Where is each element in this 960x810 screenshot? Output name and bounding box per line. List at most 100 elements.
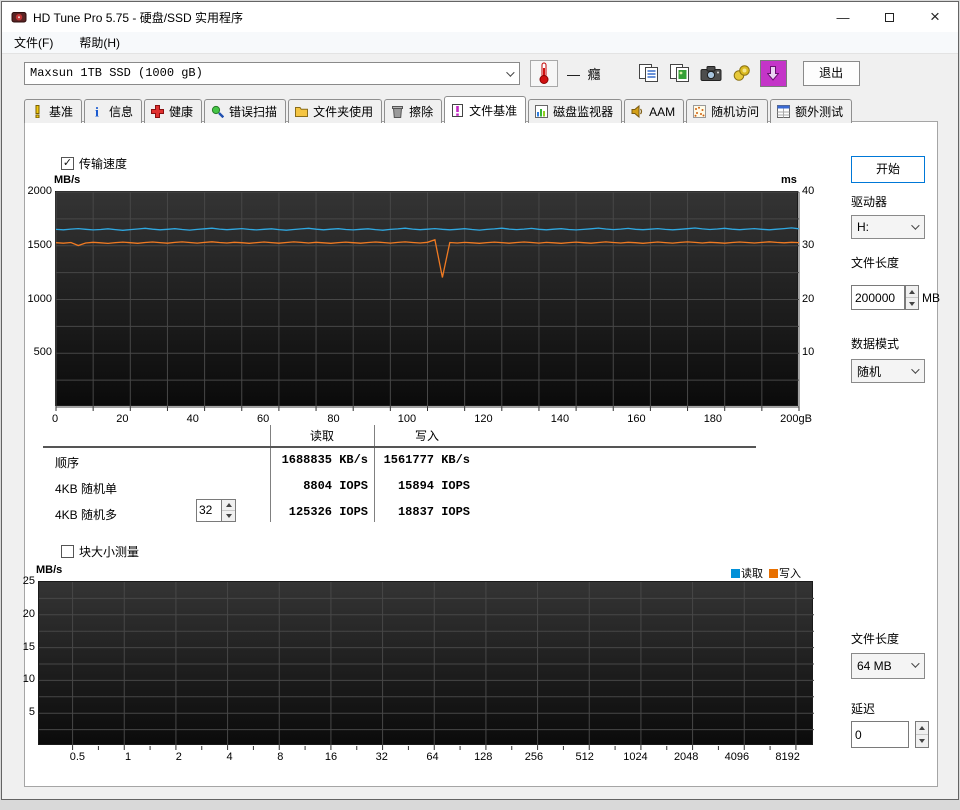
- tab-disk-monitor[interactable]: 磁盘监视器: [528, 99, 622, 123]
- table-icon: [777, 105, 790, 118]
- copy-text-button[interactable]: [636, 60, 663, 87]
- tab-erase[interactable]: 擦除: [384, 99, 442, 123]
- y-tick-label: 20: [23, 608, 35, 620]
- close-button[interactable]: ×: [912, 2, 958, 32]
- menu-file[interactable]: 文件(F): [14, 34, 53, 51]
- chart2-x-tick: 1: [103, 751, 154, 763]
- file-length-spin-buttons[interactable]: [905, 285, 919, 310]
- tab-health[interactable]: 健康: [144, 99, 202, 123]
- tab-aam[interactable]: AAM: [624, 99, 684, 123]
- drive-selector[interactable]: Maxsun 1TB SSD (1000 gB): [24, 62, 520, 85]
- block-size-checkbox[interactable]: 块大小测量: [61, 543, 139, 560]
- bar-chart-icon: [535, 105, 548, 118]
- transfer-speed-chart: [55, 191, 798, 406]
- y-tick-label: 2000: [28, 185, 52, 197]
- chevron-down-icon: [911, 659, 919, 667]
- y-tick-label: 30: [802, 239, 814, 251]
- chart2-x-tick: 64: [407, 751, 458, 763]
- tab-error-scan[interactable]: 错误扫描: [204, 99, 286, 123]
- file-length-input[interactable]: [851, 285, 905, 310]
- up-arrow-icon: [919, 726, 925, 730]
- chevron-down-icon: [506, 68, 514, 76]
- y-tick-label: 20: [802, 293, 814, 305]
- drive-dropdown[interactable]: H:: [851, 215, 925, 239]
- chart2-x-tick: 2: [153, 751, 204, 763]
- row-4kb-multi-write: 18837 IOPS: [376, 505, 470, 519]
- tab-random-access[interactable]: 随机访问: [686, 99, 768, 123]
- down-arrow-icon: [919, 739, 925, 743]
- temperature-display: — 癮: [567, 64, 603, 83]
- tab-extra-tests[interactable]: 额外测试: [770, 99, 852, 123]
- chart1-x-tick: 140: [551, 413, 569, 425]
- file-benchmark-panel: ✓ 传输速度 MB/s ms 200015001000500 40302010 …: [24, 121, 938, 787]
- row-sequential-write: 1561777 KB/s: [376, 453, 470, 467]
- drive-dropdown-value: H:: [857, 220, 869, 234]
- delay-label: 延迟: [851, 700, 875, 717]
- up-arrow-icon: [909, 290, 915, 294]
- app-icon: [11, 9, 27, 25]
- y-tick-label: 25: [23, 575, 35, 587]
- menu-help[interactable]: 帮助(H): [79, 34, 120, 51]
- chart1-x-tick: 80: [327, 413, 339, 425]
- delay-spin-buttons[interactable]: [915, 721, 929, 748]
- delay-input[interactable]: [851, 721, 909, 748]
- chart2-x-tick: 16: [306, 751, 357, 763]
- row-sequential-read: 1688835 KB/s: [272, 453, 368, 467]
- queue-depth-value[interactable]: 32: [196, 499, 222, 522]
- chart1-x-tick: 120: [474, 413, 492, 425]
- y-tick-label: 1000: [28, 293, 52, 305]
- checkbox-unchecked-icon: [61, 545, 74, 558]
- chart1-x-labels: 020406080100120140160180200gB: [52, 413, 812, 425]
- tab-folder-usage[interactable]: 文件夹使用: [288, 99, 382, 123]
- exit-button[interactable]: 退出: [803, 61, 860, 86]
- drive-label: 驱动器: [851, 193, 887, 210]
- chart1-yleft-labels: 200015001000500: [25, 191, 52, 406]
- data-pattern-dropdown[interactable]: 随机: [851, 359, 925, 383]
- block-file-length-value: 64 MB: [857, 659, 892, 673]
- chart2-legend: 读取 写入: [725, 565, 801, 581]
- tab-bar: 基准 i信息 健康 错误扫描 文件夹使用 擦除 文件基准 磁盘监视器 AAM 随…: [2, 96, 958, 123]
- folder-icon: [295, 105, 308, 118]
- trash-icon: [391, 105, 404, 118]
- chart2-y-unit: MB/s: [36, 564, 62, 576]
- copy-text-icon: [638, 63, 660, 84]
- queue-depth-down[interactable]: [222, 510, 235, 521]
- chart1-x-tick: 180: [704, 413, 722, 425]
- chart2-x-tick: 512: [559, 751, 610, 763]
- down-arrow-icon: [226, 514, 232, 518]
- minimize-button[interactable]: —: [820, 2, 866, 32]
- y-tick-label: 10: [23, 673, 35, 685]
- screenshot-button[interactable]: [698, 60, 725, 87]
- file-length-stepper[interactable]: MB: [851, 285, 940, 310]
- up-arrow-icon: [226, 503, 232, 507]
- chart2-x-tick: 8: [255, 751, 306, 763]
- checkbox-checked-icon: ✓: [61, 157, 74, 170]
- donate-button[interactable]: [729, 60, 756, 87]
- speaker-icon: [631, 105, 644, 118]
- y-tick-label: 10: [802, 346, 814, 358]
- legend-write-swatch: [769, 569, 778, 578]
- transfer-speed-checkbox[interactable]: ✓ 传输速度: [61, 155, 127, 172]
- queue-depth-up[interactable]: [222, 500, 235, 510]
- copy-image-button[interactable]: [667, 60, 694, 87]
- app-window: HD Tune Pro 5.75 - 硬盘/SSD 实用程序 — × 文件(F)…: [1, 1, 959, 800]
- queue-depth-stepper[interactable]: 32: [196, 499, 236, 522]
- chart2-x-tick: 1024: [610, 751, 661, 763]
- maximize-button[interactable]: [866, 2, 912, 32]
- temperature-button[interactable]: [530, 60, 558, 87]
- chart2-y-labels: 252015105: [22, 581, 35, 745]
- download-button[interactable]: [760, 60, 787, 87]
- block-file-length-dropdown[interactable]: 64 MB: [851, 653, 925, 679]
- chart2-x-tick: 256: [509, 751, 560, 763]
- tab-file-benchmark[interactable]: 文件基准: [444, 96, 526, 123]
- tab-info[interactable]: i信息: [84, 99, 142, 123]
- row-4kb-multi-label: 4KB 随机多: [55, 506, 117, 523]
- tab-benchmark[interactable]: 基准: [24, 99, 82, 123]
- chart1-x-tick: 200gB: [780, 413, 812, 425]
- block-file-length-label: 文件长度: [851, 630, 899, 647]
- y-tick-label: 500: [34, 346, 52, 358]
- start-button[interactable]: 开始: [851, 156, 925, 183]
- toolbar: Maxsun 1TB SSD (1000 gB) — 癮 退出: [2, 54, 958, 92]
- chart2-x-tick: 2048: [661, 751, 712, 763]
- y-tick-label: 15: [23, 641, 35, 653]
